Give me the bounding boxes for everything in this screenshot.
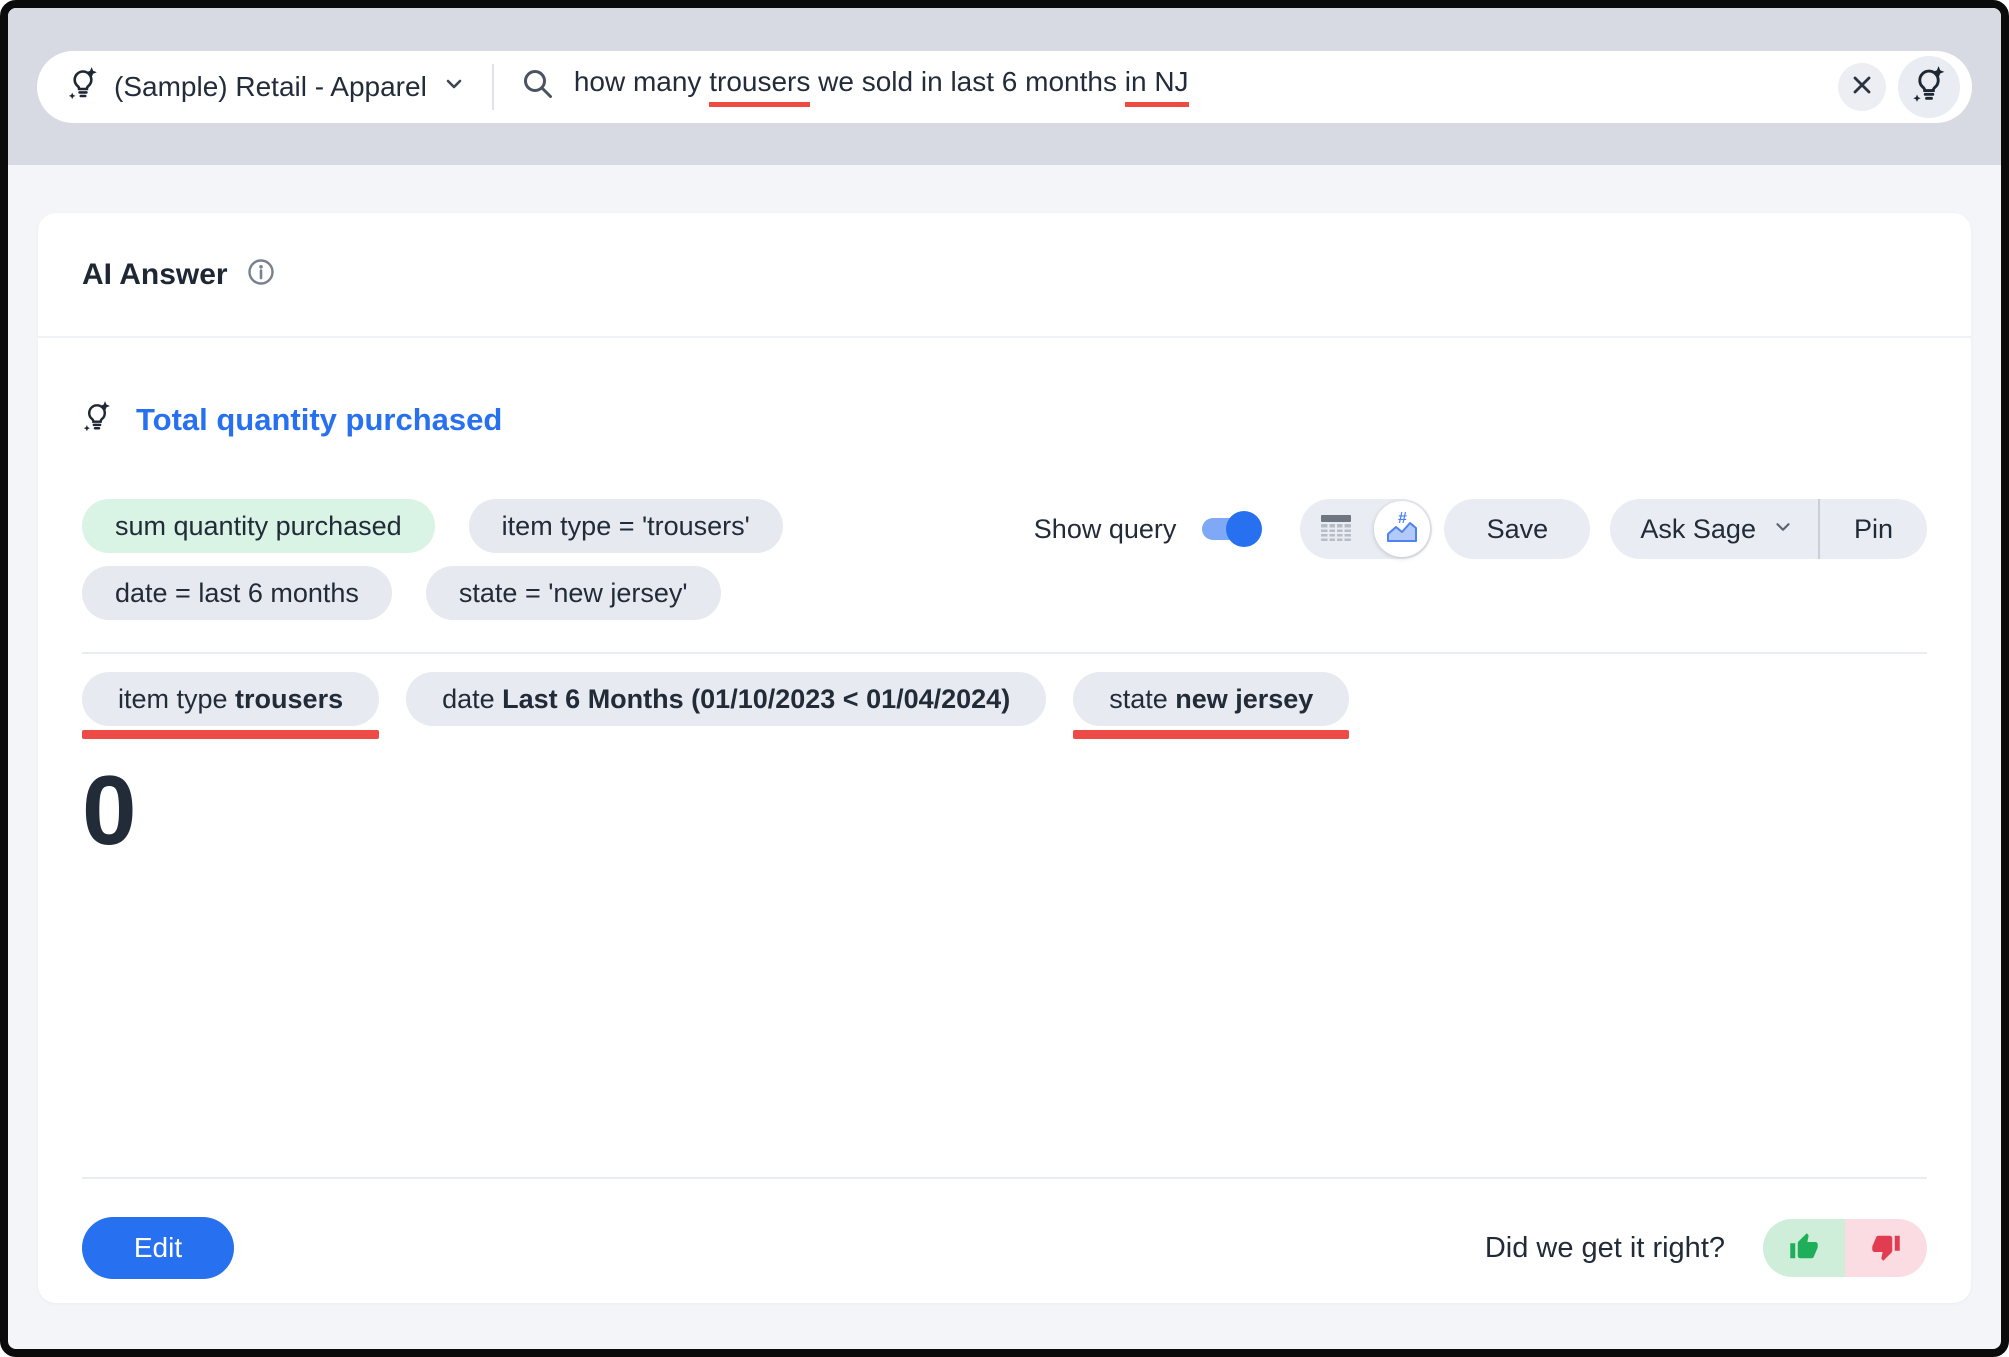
top-search-bar: (Sample) Retail - Apparel how many trous…	[8, 8, 2001, 165]
filter-wrap: date Last 6 Months (01/10/2023 < 01/04/2…	[406, 672, 1047, 726]
show-query-label: Show query	[1033, 513, 1177, 544]
controls-row: sum quantity purchased item type = 'trou…	[82, 499, 1927, 620]
query-segment: how many	[573, 66, 710, 97]
filter-chip-item-type[interactable]: item type trousers	[82, 672, 380, 726]
card-footer: Edit Did we get it right?	[82, 1217, 1927, 1279]
card-header: AI Answer	[38, 213, 1971, 338]
thumbs-up-button[interactable]	[1763, 1219, 1845, 1277]
filter-wrap: state new jersey	[1073, 672, 1350, 739]
sage-icon	[82, 400, 112, 439]
feedback-pill	[1763, 1219, 1927, 1277]
token-filter[interactable]: state = 'new jersey'	[425, 566, 721, 620]
toggle-knob	[1226, 511, 1263, 547]
save-button[interactable]: Save	[1444, 499, 1591, 559]
show-query-toggle[interactable]	[1202, 511, 1263, 547]
clear-search-button[interactable]	[1838, 62, 1886, 111]
sage-search-button[interactable]	[1898, 55, 1960, 118]
token-filter[interactable]: date = last 6 months	[82, 566, 392, 620]
section-divider	[82, 652, 1927, 654]
filter-chip-state[interactable]: state new jersey	[1073, 672, 1350, 726]
highlight-underline	[1073, 730, 1350, 739]
table-icon	[1318, 512, 1354, 547]
token-filter[interactable]: item type = 'trousers'	[468, 499, 783, 553]
feedback-prompt: Did we get it right?	[1484, 1231, 1725, 1264]
close-icon	[1848, 71, 1876, 102]
main-area: AI Answer Total quantity purchased sum q…	[8, 165, 2001, 1349]
thumbs-up-icon	[1789, 1232, 1819, 1265]
ask-sage-pin-group: Ask Sage Pin	[1610, 499, 1927, 559]
filter-value: Last 6 Months (01/10/2023 < 01/04/2024)	[502, 683, 1011, 714]
query-segment-flagged: in NJ	[1124, 66, 1189, 107]
filter-value: trousers	[235, 683, 344, 714]
svg-text:#: #	[1398, 510, 1407, 527]
pin-button[interactable]: Pin	[1820, 499, 1927, 559]
view-switcher: #	[1300, 499, 1433, 559]
datasource-selector[interactable]: (Sample) Retail - Apparel	[67, 66, 466, 107]
ai-answer-card: AI Answer Total quantity purchased sum q…	[38, 213, 1971, 1303]
filter-chip-date[interactable]: date Last 6 Months (01/10/2023 < 01/04/2…	[406, 672, 1047, 726]
search-query[interactable]: how many trousers we sold in last 6 mont…	[520, 66, 1189, 107]
filters-row: item type trousers date Last 6 Months (0…	[82, 672, 1927, 739]
table-view-button[interactable]	[1318, 512, 1354, 547]
kpi-chart-icon: #	[1384, 510, 1420, 549]
filter-wrap: item type trousers	[82, 672, 380, 739]
chevron-down-icon	[442, 72, 466, 101]
ask-sage-button[interactable]: Ask Sage	[1610, 499, 1818, 559]
search-actions	[1838, 55, 1960, 118]
filter-label: state	[1109, 683, 1176, 714]
app-window: (Sample) Retail - Apparel how many trous…	[0, 0, 2009, 1357]
filter-label: date	[442, 683, 503, 714]
footer-divider	[82, 1177, 1927, 1179]
result-title-row: Total quantity purchased	[82, 400, 1927, 439]
query-segment: we sold in last 6 months	[810, 66, 1125, 97]
card-body: Total quantity purchased sum quantity pu…	[38, 338, 1971, 1303]
query-segment-flagged: trousers	[709, 66, 811, 107]
kpi-value: 0	[82, 755, 138, 865]
filter-value: new jersey	[1175, 683, 1314, 714]
card-title: AI Answer	[82, 257, 228, 291]
result-title[interactable]: Total quantity purchased	[136, 402, 502, 438]
datasource-label: (Sample) Retail - Apparel	[114, 70, 427, 102]
search-divider	[491, 63, 494, 110]
query-tokens: sum quantity purchased item type = 'trou…	[82, 499, 822, 620]
search-pill: (Sample) Retail - Apparel how many trous…	[37, 50, 1972, 123]
sage-icon	[67, 66, 99, 107]
info-icon[interactable]	[246, 257, 276, 292]
ask-sage-label: Ask Sage	[1640, 513, 1756, 544]
feedback-section: Did we get it right?	[1485, 1219, 1927, 1277]
search-input[interactable]: how many trousers we sold in last 6 mont…	[574, 66, 1189, 107]
chart-view-button[interactable]: #	[1374, 501, 1431, 557]
thumbs-down-button[interactable]	[1845, 1219, 1927, 1277]
search-icon	[520, 66, 556, 107]
filter-label: item type	[118, 683, 236, 714]
empty-space	[82, 859, 1927, 1177]
chevron-down-icon	[1772, 514, 1794, 545]
highlight-underline	[82, 730, 380, 739]
sage-icon	[1911, 65, 1947, 108]
thumbs-down-icon	[1871, 1232, 1901, 1265]
token-measure[interactable]: sum quantity purchased	[82, 499, 435, 553]
answer-toolbar: Show query # Save Ask Sage Pin	[1034, 499, 1927, 559]
edit-button[interactable]: Edit	[82, 1217, 234, 1279]
